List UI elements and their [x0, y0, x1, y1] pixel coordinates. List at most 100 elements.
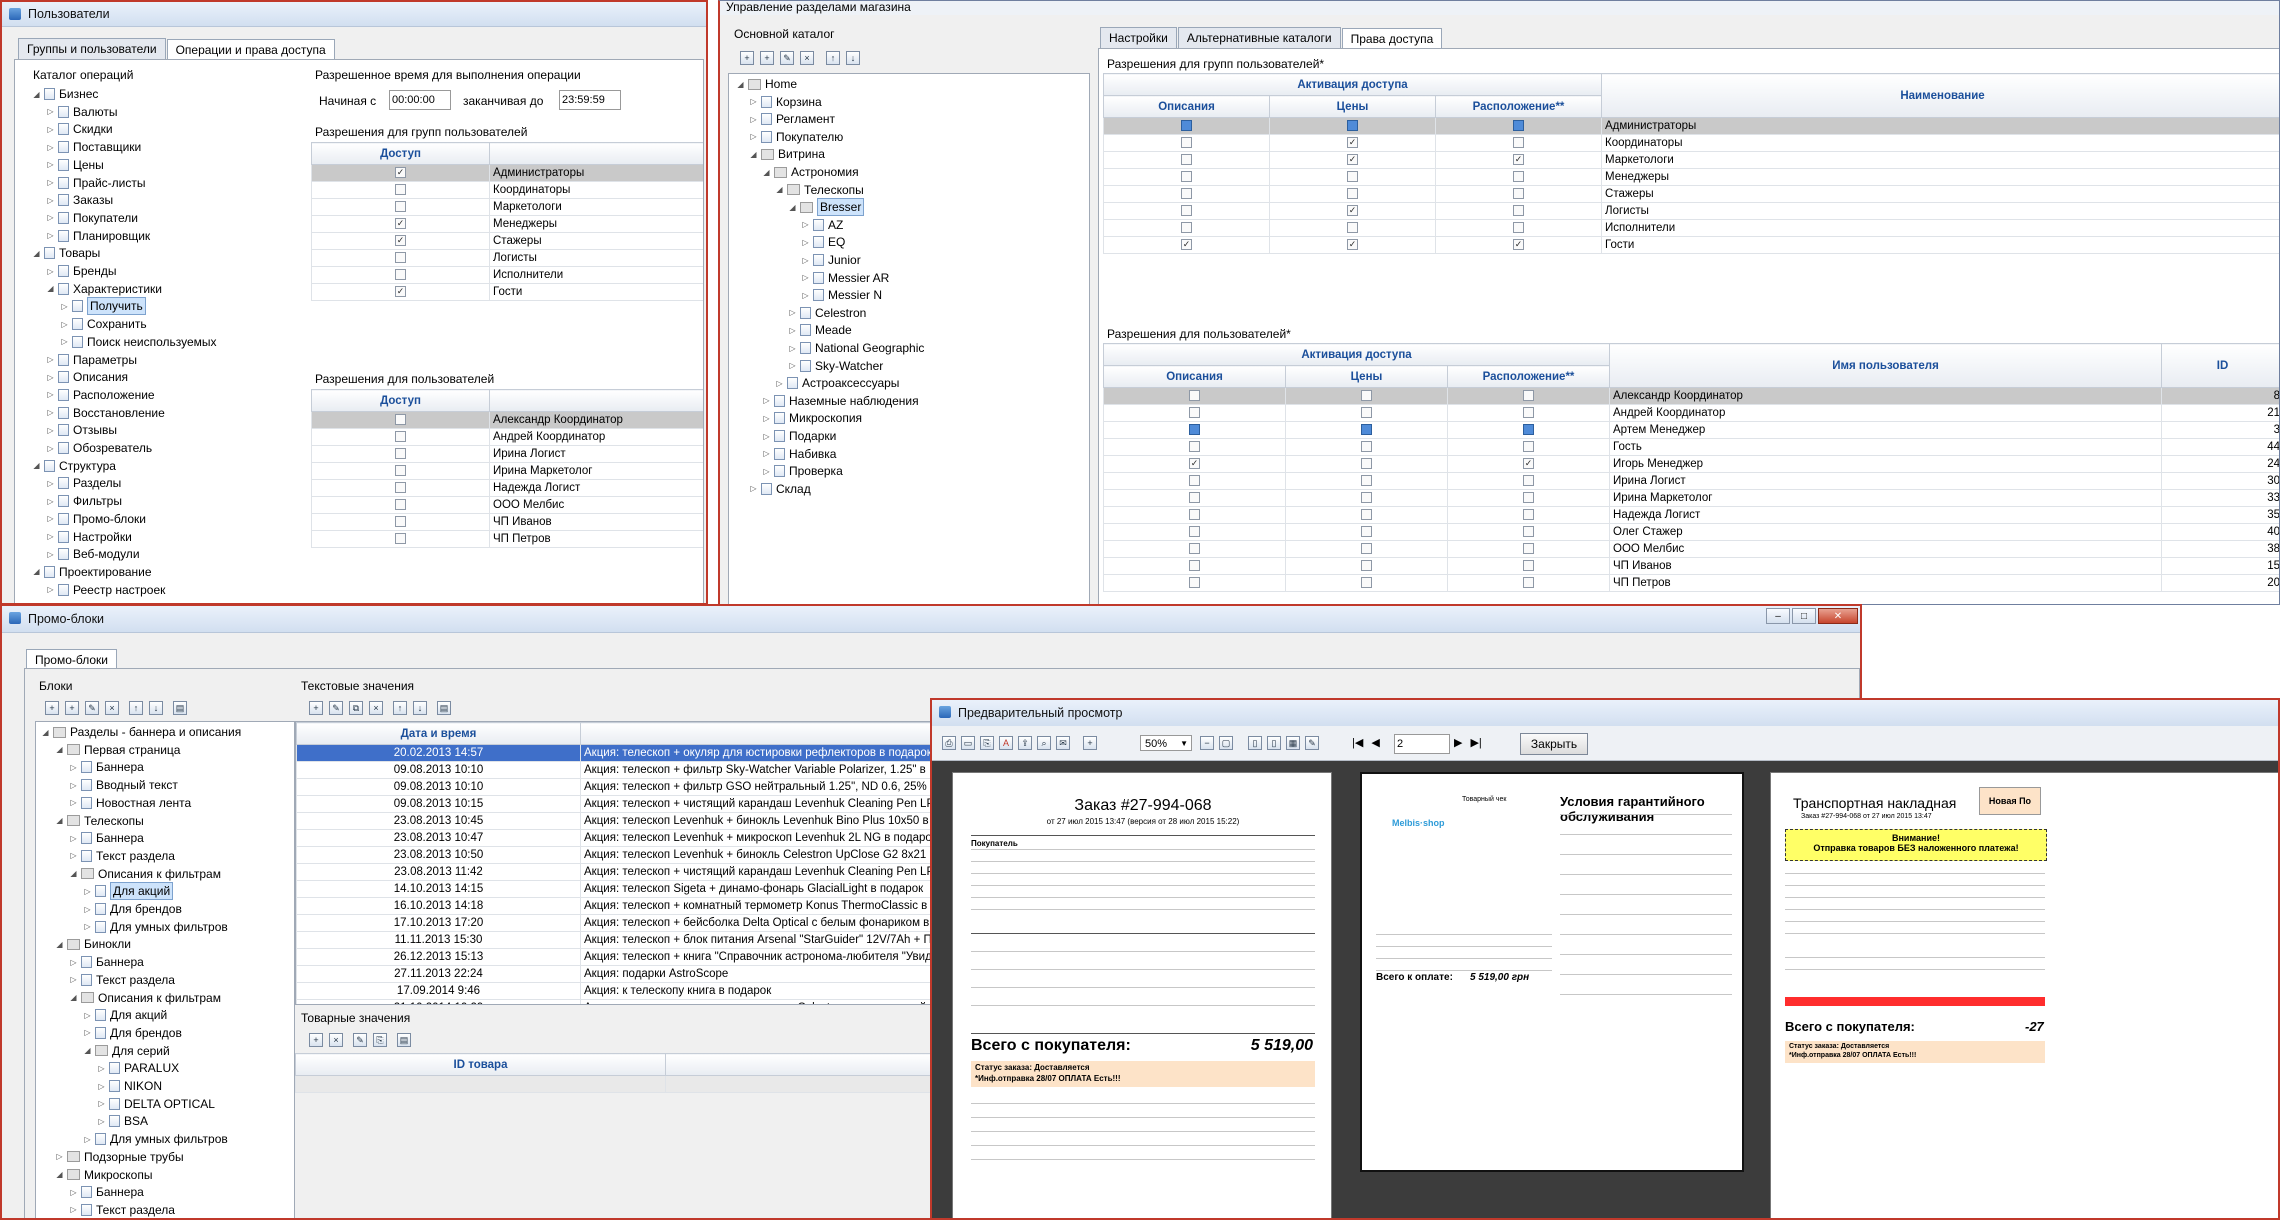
table-row[interactable]: Гости	[311, 283, 703, 301]
table-row[interactable]: Артем Менеджер 3	[1103, 421, 2279, 439]
descriptions-checkbox[interactable]	[1189, 577, 1200, 589]
descriptions-checkbox[interactable]	[1189, 475, 1200, 487]
tree-item[interactable]: ▷ Для умных фильтров	[84, 1131, 227, 1147]
location-checkbox[interactable]	[1523, 475, 1534, 487]
prices-checkbox[interactable]	[1361, 390, 1372, 402]
tree-item[interactable]: ▷ Meade	[789, 322, 851, 338]
tree-item[interactable]: ▷ Прайс-листы	[47, 175, 145, 191]
multi-pages-icon[interactable]: ▦	[1286, 736, 1300, 750]
prices-checkbox[interactable]	[1361, 441, 1372, 453]
tree-item[interactable]: ◢ Телескопы	[56, 813, 143, 829]
descriptions-checkbox[interactable]	[1181, 154, 1192, 166]
tree-item[interactable]: ▷ Поиск неиспользуемых	[61, 334, 216, 350]
prices-checkbox[interactable]	[1361, 526, 1372, 538]
move-down-icon[interactable]: ↓	[149, 701, 163, 715]
tree-item[interactable]: ▷ PARALUX	[98, 1060, 179, 1076]
access-checkbox[interactable]	[395, 431, 406, 443]
move-up-icon[interactable]: ↑	[129, 701, 143, 715]
tree-item[interactable]: ▷ Sky-Watcher	[789, 358, 883, 374]
table-row[interactable]: Александр Координатор 8	[1103, 387, 2279, 405]
tree-item[interactable]: ▷ Вводный текст	[70, 777, 177, 793]
tree-item[interactable]: ▷ Веб-модули	[47, 546, 139, 562]
tree-item[interactable]: ◢ Описания к фильтрам	[70, 990, 221, 1006]
save-icon[interactable]: ⎘	[980, 736, 994, 750]
tree-item[interactable]: ▷ Цены	[47, 157, 103, 173]
minimize-button[interactable]: –	[1766, 608, 1790, 624]
find-icon[interactable]: ⌕	[1037, 736, 1051, 750]
tree-item[interactable]: ▷ Обозреватель	[47, 440, 152, 456]
tree-item[interactable]: ▷ Параметры	[47, 352, 137, 368]
descriptions-checkbox[interactable]	[1181, 171, 1192, 183]
tree-item[interactable]: ▷ Реестр настроек	[47, 582, 165, 598]
descriptions-checkbox[interactable]	[1181, 188, 1192, 200]
location-checkbox[interactable]	[1523, 492, 1534, 504]
table-row[interactable]: Менеджеры	[311, 215, 703, 233]
prices-checkbox[interactable]	[1361, 475, 1372, 487]
table-row[interactable]: ЧП Петров	[311, 530, 703, 548]
tree-item[interactable]: ▷ Для брендов	[84, 1025, 181, 1041]
access-column-header[interactable]: Доступ	[311, 389, 490, 412]
table-row[interactable]: Гости	[1103, 236, 2279, 254]
tree-item[interactable]: ▷ Описания	[47, 369, 128, 385]
tree-item[interactable]: ▷ Разделы	[47, 475, 121, 491]
tree-item[interactable]: ▷ Настройки	[47, 529, 131, 545]
tree-item[interactable]: ▷ Восстановление	[47, 405, 164, 421]
move-up-icon[interactable]: ↑	[826, 51, 840, 65]
page-number-input[interactable]	[1394, 734, 1450, 754]
tree-item[interactable]: ▷ Набивка	[763, 446, 836, 462]
access-checkbox[interactable]	[395, 465, 406, 477]
tree-item[interactable]: ▷ National Geographic	[789, 340, 924, 356]
tree-item[interactable]: ▷ Валюты	[47, 104, 117, 120]
expand-toggle-icon[interactable]: ◢	[750, 150, 757, 158]
last-page-icon[interactable]: ▶|	[1470, 736, 1481, 749]
tree-item[interactable]: ◢ Астрономия	[763, 164, 858, 180]
table-row[interactable]: Менеджеры	[1103, 168, 2279, 186]
tree-item[interactable]: ▷ Подзорные трубы	[56, 1149, 183, 1165]
descriptions-checkbox[interactable]	[1189, 509, 1200, 521]
tab-groups-users[interactable]: Группы и пользователи	[18, 38, 166, 59]
expand-toggle-icon[interactable]: ◢	[84, 1047, 91, 1055]
prices-checkbox[interactable]	[1347, 205, 1358, 217]
descriptions-checkbox[interactable]	[1189, 526, 1200, 538]
expand-toggle-icon[interactable]: ◢	[763, 168, 770, 176]
table-row[interactable]: Надежда Логист 35	[1103, 506, 2279, 524]
prices-checkbox[interactable]	[1361, 424, 1372, 436]
table-row[interactable]: Игорь Менеджер24	[1103, 455, 2279, 473]
copy-text-icon[interactable]: ⧉	[349, 701, 363, 715]
access-checkbox[interactable]	[395, 184, 406, 196]
access-checkbox[interactable]	[395, 218, 406, 230]
expand-toggle-icon[interactable]: ◢	[789, 203, 796, 211]
tab-settings[interactable]: Настройки	[1100, 27, 1177, 48]
location-checkbox[interactable]	[1513, 154, 1524, 166]
table-row[interactable]: Олег Стажер 40	[1103, 523, 2279, 541]
access-checkbox[interactable]	[395, 516, 406, 528]
email-icon[interactable]: ✉	[1056, 736, 1070, 750]
table-row[interactable]: ООО Мелбис 38	[1103, 540, 2279, 558]
print-icon[interactable]: ⎙	[942, 736, 956, 750]
prices-checkbox[interactable]	[1361, 577, 1372, 589]
tree-item[interactable]: ▷ Сохранить	[61, 316, 146, 332]
delete-section-icon[interactable]: ×	[800, 51, 814, 65]
descriptions-checkbox[interactable]	[1189, 458, 1200, 470]
table-row[interactable]: Стажеры	[311, 232, 703, 250]
access-checkbox[interactable]	[395, 235, 406, 247]
promo-titlebar[interactable]: Промо-блоки – □ ✕	[2, 606, 1860, 633]
tree-item[interactable]: ▷ NIKON	[98, 1078, 162, 1094]
tree-item[interactable]: ▷ Склад	[750, 481, 810, 497]
close-button[interactable]: ✕	[1818, 608, 1858, 624]
tree-item[interactable]: ◢ Разделы - баннера и описания	[42, 724, 241, 740]
tree-item[interactable]: ▷ Покупатели	[47, 210, 138, 226]
table-row[interactable]: Надежда Логист	[311, 479, 703, 497]
date-column-header[interactable]: Дата и время	[296, 722, 581, 745]
location-checkbox[interactable]	[1513, 188, 1524, 200]
access-checkbox[interactable]	[395, 482, 406, 494]
tree-item[interactable]: ▷ Подарки	[763, 428, 836, 444]
tree-item[interactable]: ▷ Микроскопия	[763, 410, 862, 426]
descriptions-checkbox[interactable]	[1189, 543, 1200, 555]
down-text-icon[interactable]: ↓	[413, 701, 427, 715]
descriptions-checkbox[interactable]	[1189, 424, 1200, 436]
table-row[interactable]: ЧП Иванов 15	[1103, 557, 2279, 575]
table-row[interactable]: Стажеры	[1103, 185, 2279, 203]
descriptions-checkbox[interactable]	[1181, 222, 1192, 234]
tree-item[interactable]: ◢ Первая страница	[56, 742, 180, 758]
